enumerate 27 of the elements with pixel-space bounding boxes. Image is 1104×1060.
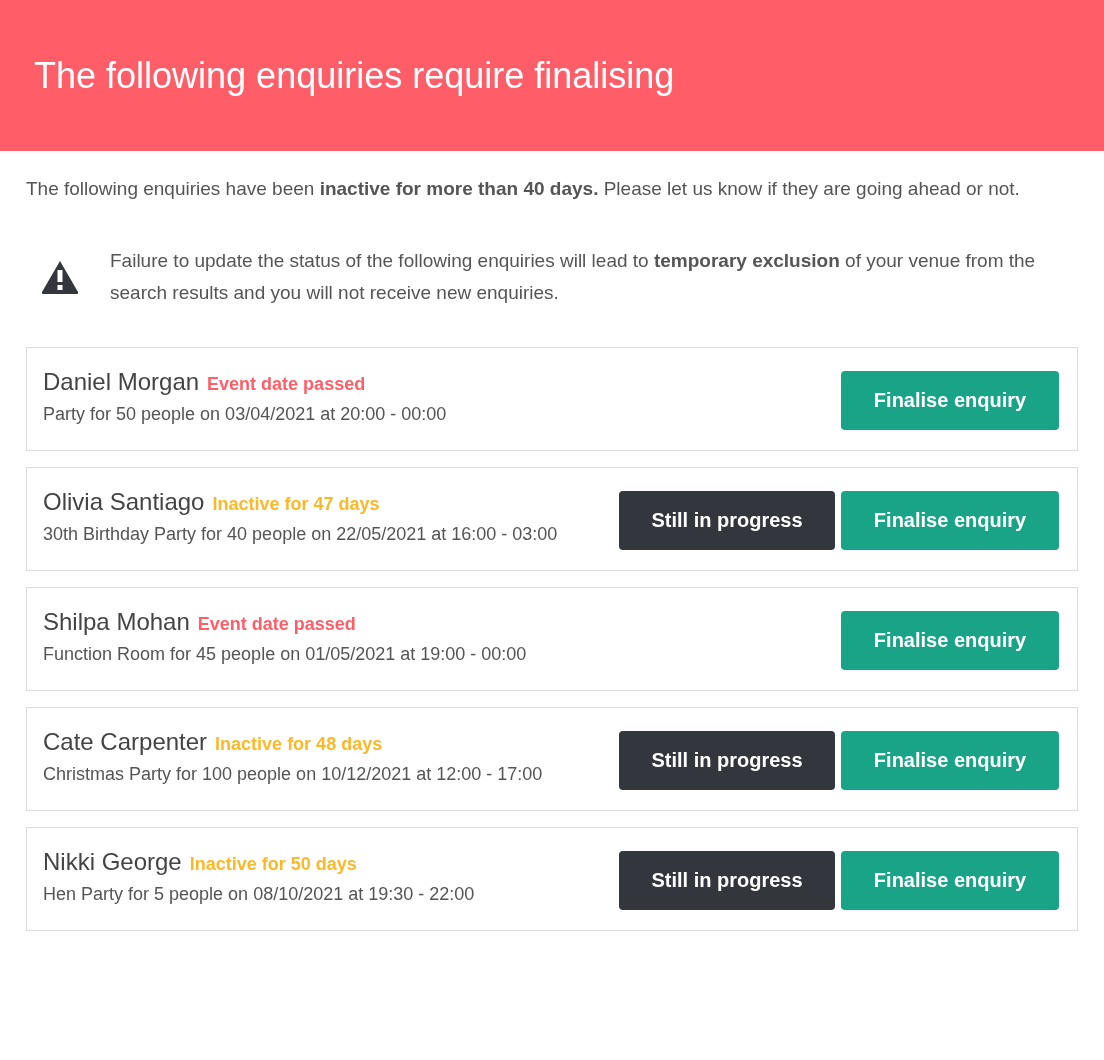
intro-text: The following enquiries have been inactive for more than 40 days. Please let us know if they are going ahead or not. (26, 177, 1021, 201)
progress-button[interactable]: Still in progress (619, 850, 835, 910)
event-details: Hen Party for 5 people on 08/10/2021 at 19:30 - 22:00 (43, 883, 476, 906)
page-title: The following enquiries require finalising (34, 54, 675, 97)
customer-name: Daniel Morgan (43, 368, 200, 396)
event-details: Function Room for 45 people on 01/05/2021 at 19:00 - 00:00 (43, 643, 528, 666)
status-label: Inactive for 48 days (215, 734, 383, 755)
finalise-button[interactable]: Finalise enquiry (841, 370, 1059, 430)
finalise-button[interactable]: Finalise enquiry (841, 850, 1059, 910)
warning-text: Failure to update the status of the following enquiries will lead to temporary exclusion of your venue from the search results and you will not receive new enquiries. (110, 249, 1037, 305)
progress-button[interactable]: Still in progress (619, 490, 835, 550)
customer-name: Shilpa Mohan (43, 608, 190, 636)
status-label: Event date passed (207, 374, 366, 395)
event-details: Party for 50 people on 03/04/2021 at 20:00 - 00:00 (43, 403, 448, 426)
finalise-button[interactable]: Finalise enquiry (841, 730, 1059, 790)
finalise-button[interactable]: Finalise enquiry (841, 490, 1059, 550)
customer-name: Cate Carpenter (43, 728, 208, 756)
status-label: Inactive for 50 days (189, 854, 357, 875)
progress-button[interactable]: Still in progress (619, 730, 835, 790)
status-label: Event date passed (197, 614, 356, 635)
event-details: 30th Birthday Party for 40 people on 22/05/2021 at 16:00 - 03:00 (43, 523, 559, 546)
customer-name: Olivia Santiago (43, 488, 205, 516)
status-label: Inactive for 47 days (212, 494, 380, 515)
customer-name: Nikki George (43, 848, 182, 876)
event-details: Christmas Party for 100 people on 10/12/2021 at 12:00 - 17:00 (43, 763, 544, 786)
warning-icon (40, 259, 80, 295)
finalise-button[interactable]: Finalise enquiry (841, 610, 1059, 670)
